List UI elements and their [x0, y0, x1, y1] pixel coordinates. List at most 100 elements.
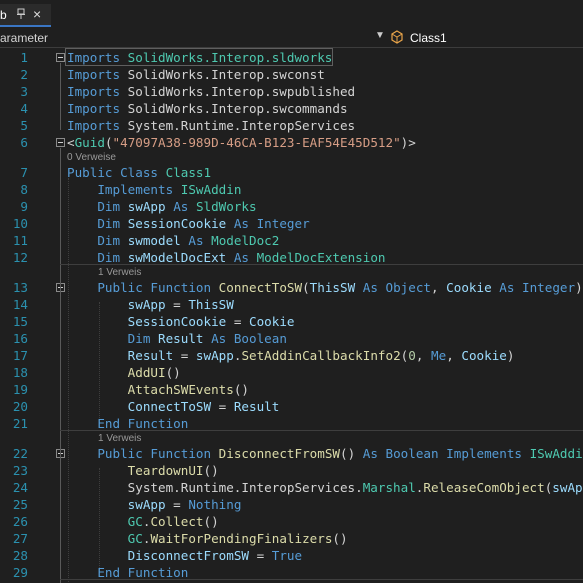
tab-bar: b × — [0, 0, 583, 27]
code-token: Dim — [127, 331, 159, 346]
code-line[interactable]: Imports SolidWorks.Interop.swcommands — [67, 101, 348, 117]
member-dropdown-value: arameter — [0, 31, 49, 45]
code-line[interactable]: Public Class Class1 — [67, 165, 211, 181]
code-token: Marshal — [362, 480, 416, 495]
code-token: System.Runtime.InteropServices — [120, 118, 356, 133]
code-line[interactable]: AddUI() — [67, 365, 181, 381]
code-line[interactable]: swApp = Nothing — [67, 497, 242, 513]
code-line[interactable]: Dim SessionCookie As Integer — [67, 216, 310, 232]
code-token: Integer — [256, 216, 310, 231]
code-token: swApp — [195, 348, 234, 363]
code-token: GC — [127, 514, 143, 529]
code-token: Cookie — [249, 314, 295, 329]
fold-toggle-icon[interactable] — [56, 138, 65, 147]
code-token: () — [203, 463, 219, 478]
code-line[interactable]: Public Function DisconnectFromSW() As Bo… — [67, 446, 582, 462]
code-line[interactable]: Result = swApp.SetAddinCallbackInfo2(0, … — [67, 348, 515, 364]
code-token: swApp — [127, 199, 174, 214]
code-token: , — [431, 280, 447, 295]
code-token: Cookie — [461, 348, 507, 363]
code-line[interactable]: Dim Result As Boolean — [67, 331, 287, 347]
code-line[interactable]: GC.Collect() — [67, 514, 219, 530]
code-line[interactable]: Dim swmodel As ModelDoc2 — [67, 233, 279, 249]
code-line[interactable]: TeardownUI() — [67, 463, 219, 479]
code-token: ) — [575, 280, 583, 295]
code-token: 0 — [408, 348, 416, 363]
code-line[interactable]: Imports System.Runtime.InteropServices — [67, 118, 355, 134]
line-number: 5 — [20, 118, 28, 133]
code-token: Object — [385, 280, 432, 295]
code-token: As — [188, 233, 212, 248]
line-number: 18 — [12, 365, 28, 380]
code-token: swApp — [127, 297, 166, 312]
tab-active-document[interactable]: b × — [0, 4, 51, 27]
code-line[interactable]: End Function — [67, 416, 188, 432]
code-line[interactable]: System.Runtime.InteropServices.Marshal.R… — [67, 480, 583, 496]
code-line[interactable]: ConnectToSW = Result — [67, 399, 280, 415]
line-number: 9 — [20, 199, 28, 214]
code-token: Dim — [97, 199, 128, 214]
code-line[interactable]: AttachSWEvents() — [67, 382, 249, 398]
code-token: TeardownUI — [127, 463, 204, 478]
chevron-down-icon[interactable]: ▼ — [375, 30, 385, 41]
codelens-connect-references[interactable]: 1 Verweis — [98, 267, 141, 279]
code-line[interactable]: SessionCookie = Cookie — [67, 314, 295, 330]
code-line[interactable]: Implements ISwAddin — [67, 182, 241, 198]
code-token: AddUI — [127, 365, 166, 380]
code-token: Class1 — [165, 165, 212, 180]
code-line[interactable]: <Guid("47097A38-989D-46CA-B123-EAF54E45D… — [67, 135, 416, 151]
code-token: SolidWorks.Interop.swpublished — [120, 84, 356, 99]
pin-icon[interactable] — [16, 7, 26, 21]
code-token: SessionCookie — [127, 314, 227, 329]
close-icon[interactable]: × — [33, 6, 41, 22]
code-line[interactable]: GC.WaitForPendingFinalizers() — [67, 531, 348, 547]
code-line[interactable]: Imports SolidWorks.Interop.swpublished — [67, 84, 355, 100]
line-number: 1 — [20, 50, 28, 65]
code-token: Result — [233, 399, 280, 414]
codelens-class-references[interactable]: 0 Verweise — [67, 152, 116, 164]
code-token: End Function — [97, 565, 189, 580]
code-line[interactable]: Dim swApp As SldWorks — [67, 199, 256, 215]
code-line[interactable]: swApp = ThisSW — [67, 297, 234, 313]
line-number: 26 — [12, 514, 28, 529]
line-number: 21 — [12, 416, 28, 431]
code-token: ReleaseComObject — [423, 480, 545, 495]
code-line[interactable]: Imports SolidWorks.Interop.sldworks — [67, 50, 332, 66]
code-line[interactable]: End Function — [67, 565, 188, 581]
code-token: Imports — [67, 101, 121, 116]
code-token: , — [415, 348, 432, 363]
code-token: "47097A38-989D-46CA-B123-EAF54E45D512" — [112, 135, 401, 150]
member-dropdown[interactable]: arameter ▼ — [0, 28, 386, 46]
code-token: swModelDocExt — [127, 250, 234, 265]
code-token: AttachSWEvents — [127, 382, 234, 397]
code-token: ModelDoc2 — [211, 233, 280, 248]
line-number: 6 — [20, 135, 28, 150]
code-token: System.Runtime.InteropServices. — [67, 480, 363, 495]
code-token: SessionCookie — [127, 216, 234, 231]
line-number: 22 — [12, 446, 28, 461]
class-dropdown[interactable]: Class1 — [390, 28, 583, 46]
code-line[interactable]: Imports SolidWorks.Interop.swconst — [67, 67, 325, 83]
code-token: Nothing — [188, 497, 242, 512]
codelens-disconnect-references[interactable]: 1 Verweis — [98, 433, 141, 445]
code-token: Dim — [97, 216, 128, 231]
line-number: 14 — [12, 297, 28, 312]
code-editor[interactable]: 0 Verweise 1 Verweis 1 Verweis 1 Imports … — [0, 48, 583, 583]
code-token: = — [165, 297, 189, 312]
code-line[interactable]: Dim swModelDocExt As ModelDocExtension — [67, 250, 385, 266]
code-line[interactable]: DisconnectFromSW = True — [67, 548, 302, 564]
line-number: 7 — [20, 165, 28, 180]
code-token: )> — [400, 135, 416, 150]
fold-toggle-icon[interactable] — [56, 53, 65, 62]
fold-line — [60, 148, 61, 583]
code-token: As — [211, 331, 234, 346]
code-line[interactable]: Public Function ConnectToSW(ThisSW As Ob… — [67, 280, 583, 296]
